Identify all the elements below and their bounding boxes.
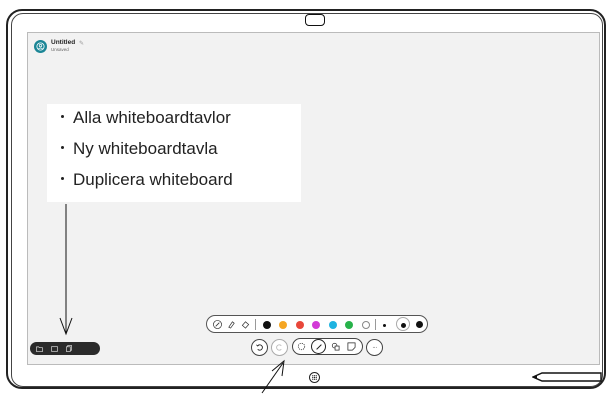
duplicate-icon[interactable] <box>66 345 72 352</box>
lasso-icon[interactable] <box>297 342 306 351</box>
folder-icon[interactable] <box>36 346 43 352</box>
divider <box>255 319 256 330</box>
pen-tool-icon <box>315 343 322 350</box>
color-swatch-red[interactable] <box>296 321 304 329</box>
shapes-icon[interactable] <box>331 342 340 351</box>
stylus-icon <box>532 372 602 382</box>
callout-line-toolbar <box>261 362 284 394</box>
more-icon: ··· <box>372 344 377 351</box>
sticky-note-icon[interactable] <box>347 342 356 351</box>
whiteboard-actions-pill[interactable] <box>30 342 100 355</box>
highlighter-icon[interactable] <box>227 320 236 329</box>
pen-icon[interactable] <box>213 320 222 329</box>
color-palette <box>206 315 428 333</box>
undo-icon <box>256 344 263 351</box>
pen-tool-button[interactable] <box>311 339 326 354</box>
more-button[interactable]: ··· <box>366 339 383 356</box>
eraser-icon[interactable] <box>241 320 250 329</box>
drawing-tools-group <box>292 338 363 355</box>
redo-button[interactable] <box>271 339 288 356</box>
color-swatch-cyan[interactable] <box>329 321 337 329</box>
undo-button[interactable] <box>251 339 268 356</box>
size-medium[interactable] <box>401 323 406 328</box>
size-large[interactable] <box>416 321 423 328</box>
callout-arrows <box>59 204 285 394</box>
redo-icon <box>276 344 282 351</box>
color-swatch-orange[interactable] <box>279 321 287 329</box>
color-swatch-white[interactable] <box>362 321 370 329</box>
new-whiteboard-icon[interactable] <box>51 345 58 352</box>
divider <box>375 319 376 330</box>
home-button[interactable] <box>309 372 320 383</box>
grid-icon <box>312 375 317 380</box>
color-swatch-black[interactable] <box>263 321 271 329</box>
color-swatch-green[interactable] <box>345 321 353 329</box>
callout-arrowhead-toolbar <box>271 359 285 377</box>
color-swatch-magenta[interactable] <box>312 321 320 329</box>
size-small[interactable] <box>383 324 386 327</box>
